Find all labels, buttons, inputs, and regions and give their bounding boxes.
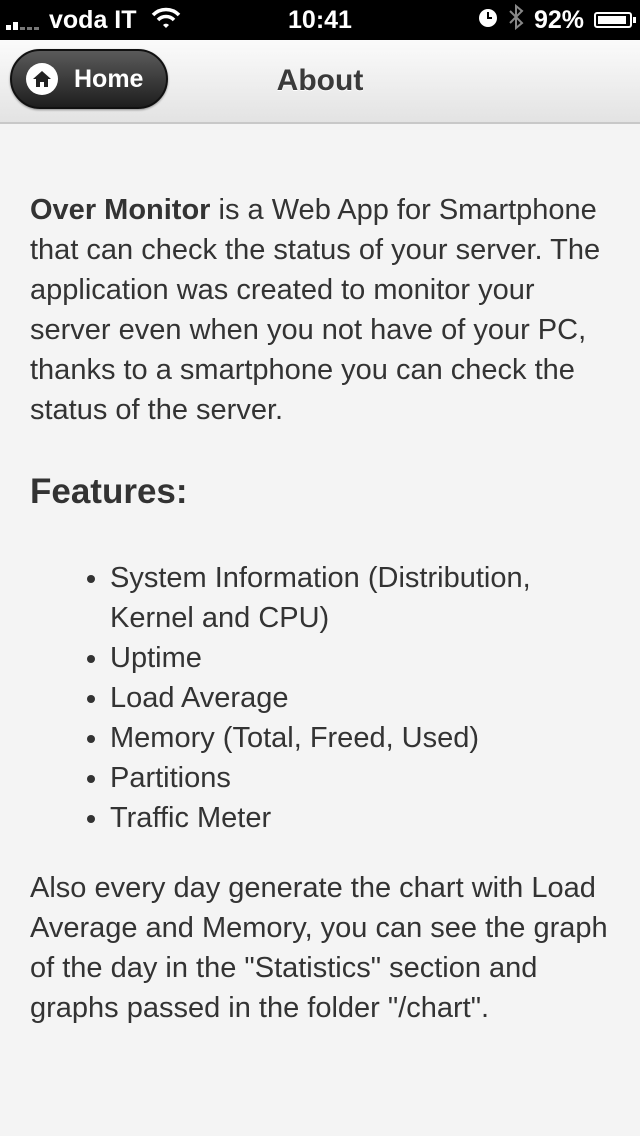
app-name: Over Monitor <box>30 194 211 226</box>
battery-icon <box>594 12 636 28</box>
status-bar: voda IT 10:41 92% <box>0 0 640 40</box>
features-heading: Features: <box>30 472 188 511</box>
status-right: 92% <box>468 0 636 40</box>
list-item: Traffic Meter <box>110 798 620 838</box>
home-button[interactable]: Home <box>10 49 168 109</box>
intro-text: is a Web App for Smartphone that can che… <box>30 194 601 426</box>
header-bar: About Home <box>0 40 640 124</box>
bluetooth-icon <box>508 3 524 37</box>
clock-icon <box>478 6 498 35</box>
list-item: Partitions <box>110 758 620 798</box>
outro-paragraph: Also every day generate the chart with L… <box>30 872 608 1024</box>
battery-level <box>598 16 626 24</box>
home-icon <box>26 63 58 95</box>
intro-paragraph: Over Monitor is a Web App for Smartphone… <box>30 190 620 430</box>
list-item: Uptime <box>110 638 620 678</box>
about-content: Over Monitor is a Web App for Smartphone… <box>30 190 620 1028</box>
home-button-label: Home <box>74 64 144 93</box>
list-item: System Information (Distribution, Kernel… <box>110 558 620 638</box>
battery-percent: 92% <box>533 5 584 34</box>
features-list: System Information (Distribution, Kernel… <box>30 558 620 838</box>
list-item: Load Average <box>110 678 620 718</box>
list-item: Memory (Total, Freed, Used) <box>110 718 620 758</box>
